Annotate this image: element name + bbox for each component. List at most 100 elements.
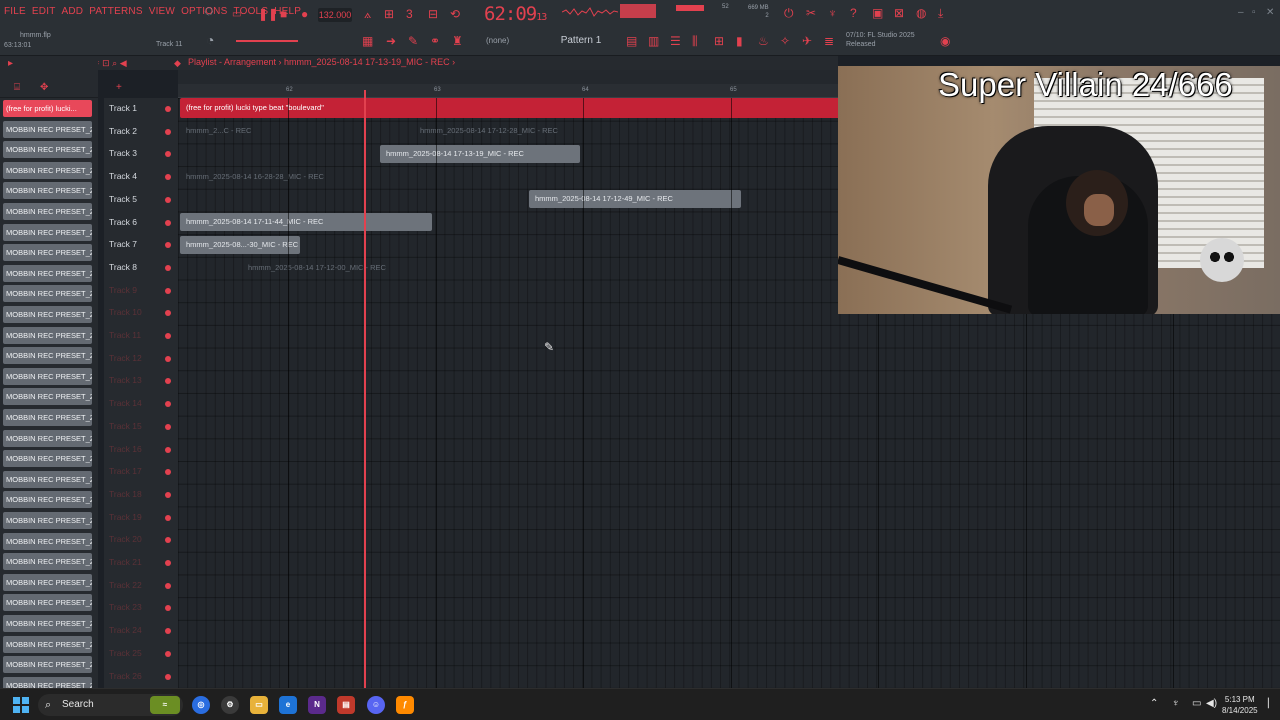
track-mute-led[interactable] [165, 560, 171, 566]
track-name[interactable]: Track 24 [109, 625, 142, 635]
browser-icon[interactable]: ⊞ [714, 35, 724, 47]
menu-file[interactable]: FILE [4, 6, 26, 17]
track-mute-led[interactable] [165, 106, 171, 112]
channel-rec-preset[interactable]: MOBBIN REC PRESET_202... [3, 120, 92, 138]
track-name[interactable]: Track 17 [109, 466, 142, 476]
menu-view[interactable]: VIEW [149, 6, 175, 17]
track-mute-led[interactable] [165, 174, 171, 181]
track-mute-led[interactable] [165, 378, 171, 385]
fl-studio-icon[interactable]: ƒ [396, 696, 414, 714]
track7-clip[interactable]: hmmm_2025-08...-30_MIC - REC [180, 236, 300, 254]
track-mute-led[interactable] [165, 151, 171, 158]
channel-rec-preset[interactable]: MOBBIN REC PRESET_202... [3, 656, 92, 674]
mic-icon[interactable]: ♆ [828, 7, 837, 19]
track-mute-led[interactable] [165, 401, 171, 408]
master-pitch-knob-icon[interactable]: ◔ [206, 33, 214, 47]
save-icon[interactable]: ▣ [872, 7, 883, 19]
snap-icon[interactable]: ▦ [362, 35, 373, 47]
track-mute-led[interactable] [165, 219, 171, 226]
plugin-db-icon[interactable]: ♨ [758, 35, 769, 47]
track-mute-led[interactable] [165, 469, 171, 476]
track-name[interactable]: Track 25 [109, 648, 142, 658]
channel-rec-preset[interactable]: MOBBIN REC PRESET_202... [3, 470, 92, 488]
channel-rec-preset[interactable]: MOBBIN REC PRESET_202... [3, 409, 92, 426]
metronome-icon[interactable]: ⟑ [364, 8, 371, 20]
playlist-arrow-icon[interactable]: ◆ [174, 57, 181, 69]
track-name[interactable]: Track 20 [109, 534, 142, 544]
channel-rec-preset[interactable]: MOBBIN REC PRESET_202... [3, 203, 92, 220]
news-icon[interactable]: ◉ [940, 35, 950, 47]
cut-icon[interactable]: ✂ [806, 7, 816, 19]
track-mute-led[interactable] [165, 605, 171, 612]
track-name[interactable]: Track 18 [109, 489, 142, 499]
song-mode-icon[interactable]: ▭ [232, 9, 241, 21]
track-name[interactable]: Track 23 [109, 602, 142, 612]
track-mute-led[interactable] [165, 333, 171, 339]
track-name[interactable]: Track 11 [109, 330, 141, 340]
channel-rec-preset[interactable]: MOBBIN REC PRESET_202... [3, 161, 92, 179]
master-pitch-slider[interactable] [236, 40, 298, 42]
channel-beat[interactable]: (free for profit) lucki... [3, 100, 92, 117]
discord-icon[interactable]: ☺ [367, 696, 385, 714]
toolbar-nav-icon[interactable]: ▸ [8, 58, 13, 70]
track5-clip[interactable]: hmmm_2025-08-14 17-12-49_MIC - REC [529, 190, 741, 208]
track-name[interactable]: Track 4 [109, 171, 137, 181]
tray-chevron-icon[interactable]: ⌃ [1150, 698, 1158, 709]
track-mute-led[interactable] [165, 628, 171, 635]
minimize-icon[interactable]: – [1238, 7, 1244, 18]
track4-clip[interactable]: hmmm_2025-08-14 16-28-28_MIC - REC [180, 168, 420, 186]
touch-controller-icon[interactable]: ✧ [780, 35, 790, 47]
wait-record-icon[interactable]: ⊞ [384, 8, 394, 20]
channel-rec-preset[interactable]: MOBBIN REC PRESET_202... [3, 306, 92, 323]
track-name[interactable]: Track 14 [109, 398, 142, 408]
track-name[interactable]: Track 8 [109, 262, 137, 272]
close-icon[interactable]: ✕ [1266, 7, 1274, 18]
tray-network-icon[interactable]: ▭ [1192, 698, 1201, 709]
plugin-picker-icon[interactable]: ▮ [736, 35, 743, 47]
playlist-clip-source[interactable]: hmmm_2025-08-14 17-13-19_MIC - REC [284, 57, 450, 67]
track-name[interactable]: Track 2 [109, 126, 137, 136]
track-mute-led[interactable] [165, 196, 171, 203]
tools-icon[interactable]: ✈ [802, 35, 812, 47]
track-name[interactable]: Track 10 [109, 307, 142, 317]
arrow-icon[interactable]: ➜ [386, 35, 396, 47]
edge-icon[interactable]: e [279, 696, 297, 714]
channel-rec-preset[interactable]: MOBBIN REC PRESET_202... [3, 285, 92, 303]
menu-add[interactable]: ADD [62, 6, 84, 17]
beat-clip[interactable]: (free for profit) lucki type beat "boule… [180, 98, 840, 118]
windows-start-icon[interactable] [13, 697, 29, 713]
plugin-icon[interactable]: ⊠ [894, 7, 904, 19]
track-mute-led[interactable] [165, 491, 171, 498]
track8-clip[interactable]: hmmm_2025-08-14 17-12-00_MIC - REC [242, 259, 586, 277]
track-mute-led[interactable] [165, 128, 171, 135]
channel-rec-preset[interactable]: MOBBIN REC PRESET_202... [3, 553, 92, 571]
link-icon[interactable]: ⚭ [430, 35, 440, 47]
track-name[interactable]: Track 19 [109, 512, 142, 522]
track-name[interactable]: Track 21 [109, 557, 142, 567]
scroll-icon[interactable]: ✥ [40, 82, 48, 94]
download-icon[interactable]: ⤓ [938, 7, 943, 19]
online-icon[interactable]: ⏻ [784, 7, 794, 19]
track-mute-led[interactable] [165, 514, 171, 521]
countdown-icon[interactable]: 3 [406, 8, 413, 20]
track-name[interactable]: Track 3 [109, 148, 137, 158]
search-highlight-icon[interactable]: ≈ [150, 696, 180, 714]
menu-patterns[interactable]: PATTERNS [89, 6, 142, 17]
channel-rack-icon[interactable]: ☰ [670, 35, 681, 47]
channel-rec-preset[interactable]: MOBBIN REC PRESET_202... [3, 347, 92, 365]
pause-icon[interactable]: ❚❚ [258, 8, 278, 20]
blend-notes-icon[interactable]: ⊟ [428, 8, 438, 20]
menu-edit[interactable]: EDIT [32, 6, 56, 17]
track-mute-led[interactable] [165, 287, 171, 294]
channel-rec-preset[interactable]: MOBBIN REC PRESET_202... [3, 223, 92, 241]
record-icon[interactable]: ● [301, 8, 308, 20]
track-mute-led[interactable] [165, 650, 171, 657]
help-icon[interactable]: ? [850, 7, 857, 19]
tray-volume-icon[interactable]: ◀) [1206, 698, 1217, 709]
track-name[interactable]: Track 6 [109, 217, 137, 227]
media-app-icon[interactable]: ▤ [337, 696, 355, 714]
settings-icon[interactable]: ⚙ [221, 696, 239, 714]
channel-rec-preset[interactable]: MOBBIN REC PRESET_202... [3, 573, 92, 591]
master-volume-icon[interactable] [676, 5, 704, 11]
track3-clip[interactable]: hmmm_2025-08-14 17-13-19_MIC - REC [380, 145, 580, 163]
